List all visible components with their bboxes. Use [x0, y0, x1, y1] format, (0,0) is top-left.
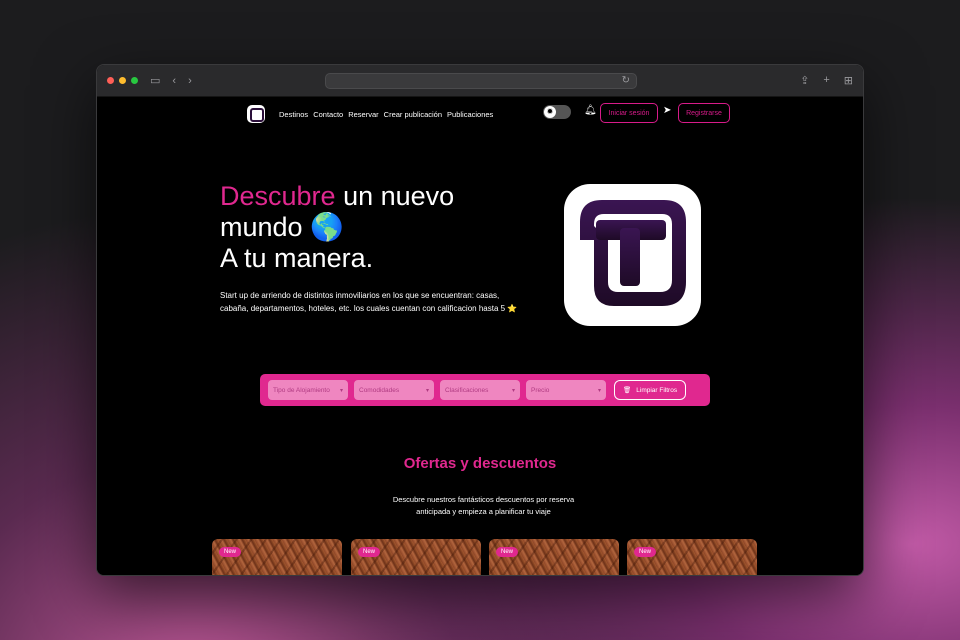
- clear-filters-label: Limpiar Filtros: [636, 386, 678, 394]
- hero-title: Descubre un nuevo mundo 🌎 A tu manera.: [220, 181, 520, 274]
- ratings-label: Clasificaciones: [445, 386, 489, 394]
- chevron-down-icon: ▾: [425, 387, 429, 394]
- browser-window: ▭ ‹ › ↻ ⇪ + ⊞ Destinos Contacto Reservar…: [96, 64, 864, 576]
- offers-description: Descubre nuestros fantásticos descuentos…: [392, 495, 575, 516]
- clear-filters-button[interactable]: 🗑︎ Limpiar Filtros: [614, 380, 687, 400]
- nav-link-publicaciones[interactable]: Publicaciones: [447, 110, 493, 119]
- hero-title-line3: A tu manera.: [220, 243, 374, 273]
- offer-card[interactable]: New: [351, 539, 481, 575]
- forward-icon[interactable]: ›: [188, 75, 192, 87]
- offers-title: Ofertas y descuentos: [403, 455, 557, 472]
- bell-icon[interactable]: 🔔︎: [584, 105, 597, 116]
- hero-title-accent: Descubre: [220, 181, 336, 211]
- new-badge: New: [496, 547, 519, 557]
- chevron-down-icon: ▾: [339, 387, 343, 394]
- theme-toggle[interactable]: ✹: [543, 105, 571, 119]
- nav-link-crear-publicacion[interactable]: Crear publicación: [384, 110, 442, 119]
- site-logo[interactable]: [247, 105, 265, 123]
- nav-links: Destinos Contacto Reservar Crear publica…: [279, 110, 493, 119]
- new-badge: New: [358, 547, 381, 557]
- price-label: Precio: [531, 386, 550, 394]
- close-window-button[interactable]: [107, 77, 114, 84]
- offer-card[interactable]: New: [212, 539, 342, 575]
- nav-link-contacto[interactable]: Contacto: [313, 110, 343, 119]
- amenities-label: Comodidades: [359, 386, 400, 394]
- price-select[interactable]: Precio ▾: [526, 380, 606, 400]
- tab-overview-icon[interactable]: ⊞: [844, 74, 853, 87]
- chevron-down-icon: ▾: [511, 387, 515, 394]
- chevron-down-icon: ▾: [597, 387, 601, 394]
- offer-card[interactable]: New: [489, 539, 619, 575]
- sidebar-toggle-icon[interactable]: ▭: [150, 74, 160, 87]
- maximize-window-button[interactable]: [131, 77, 138, 84]
- nav-link-reservar[interactable]: Reservar: [348, 110, 378, 119]
- browser-titlebar: ▭ ‹ › ↻ ⇪ + ⊞: [97, 65, 863, 97]
- share-icon[interactable]: ⇪: [800, 74, 809, 87]
- filter-bar: Tipo de Alojamiento ▾ Comodidades ▾ Clas…: [260, 374, 710, 406]
- top-navigation: Destinos Contacto Reservar Crear publica…: [247, 103, 493, 125]
- star-icon: ⭐: [507, 304, 518, 313]
- new-badge: New: [634, 547, 657, 557]
- register-button[interactable]: Registrarse: [678, 103, 730, 123]
- send-icon[interactable]: ➤: [663, 105, 671, 116]
- browser-actions: ⇪ + ⊞: [800, 74, 853, 87]
- back-icon[interactable]: ‹: [172, 75, 176, 87]
- hero-description-text: Start up de arriendo de distintos inmovi…: [220, 291, 506, 313]
- ratings-select[interactable]: Clasificaciones ▾: [440, 380, 520, 400]
- hero-description: Start up de arriendo de distintos inmovi…: [220, 289, 520, 315]
- new-badge: New: [219, 547, 242, 557]
- brand-logo-large: [564, 184, 701, 326]
- accommodation-type-select[interactable]: Tipo de Alojamiento ▾: [268, 380, 348, 400]
- reload-icon[interactable]: ↻: [622, 75, 630, 86]
- web-page: Destinos Contacto Reservar Crear publica…: [97, 97, 863, 575]
- trash-icon: 🗑︎: [623, 387, 632, 394]
- nav-link-destinos[interactable]: Destinos: [279, 110, 308, 119]
- sun-icon: ✹: [544, 106, 556, 118]
- minimize-window-button[interactable]: [119, 77, 126, 84]
- brand-logo-graphic: [580, 200, 686, 306]
- window-controls: [107, 77, 138, 84]
- hero-title-line2: mundo 🌎: [220, 212, 344, 242]
- hero-title-rest: un nuevo: [335, 181, 455, 211]
- amenities-select[interactable]: Comodidades ▾: [354, 380, 434, 400]
- login-button[interactable]: Iniciar sesión: [600, 103, 658, 123]
- offer-card[interactable]: New: [627, 539, 757, 575]
- new-tab-icon[interactable]: +: [823, 74, 829, 87]
- address-bar[interactable]: ↻: [325, 73, 637, 89]
- accommodation-type-label: Tipo de Alojamiento: [273, 386, 330, 394]
